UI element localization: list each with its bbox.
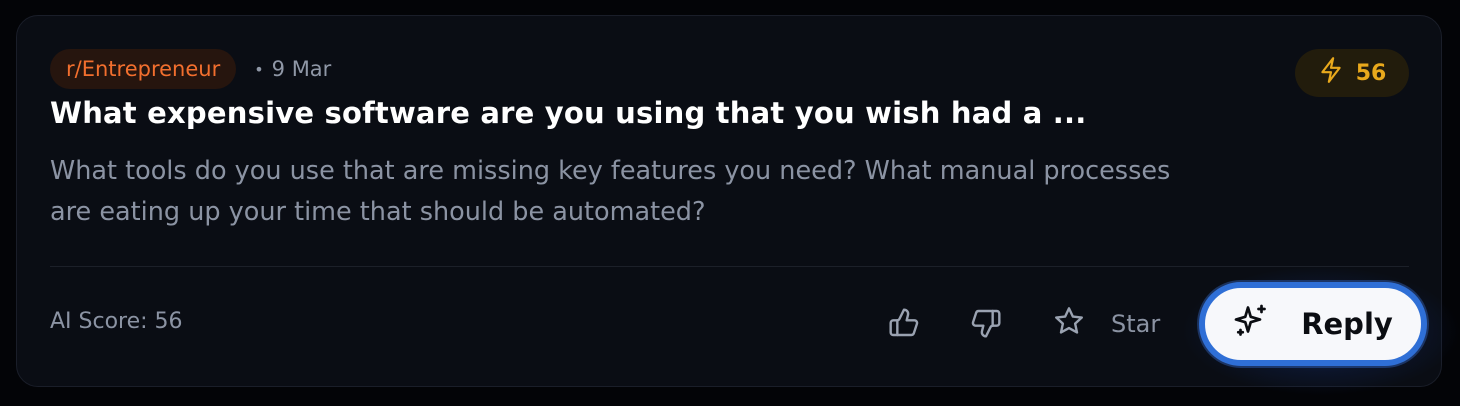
upvote-button[interactable] [885, 306, 923, 344]
post-title[interactable]: What expensive software are you using th… [50, 96, 1086, 130]
star-label: Star [1111, 310, 1161, 338]
score-badge: 56 [1295, 49, 1409, 97]
post-date: 9 Mar [271, 57, 332, 81]
post-body: What tools do you use that are missing k… [50, 156, 1171, 227]
thumbs-down-icon [970, 307, 1002, 343]
date-separator: • [254, 59, 264, 79]
post-date-wrap: • 9 Mar [254, 57, 331, 81]
star-button[interactable]: Star [1053, 302, 1160, 346]
reply-button[interactable]: Reply [1199, 282, 1427, 366]
ai-score-label: AI Score: 56 [50, 309, 183, 334]
downvote-button[interactable] [967, 306, 1005, 344]
score-value: 56 [1355, 60, 1387, 86]
sparkles-icon [1233, 303, 1269, 346]
reply-label: Reply [1301, 307, 1393, 341]
lightning-icon [1318, 56, 1344, 90]
star-icon [1053, 305, 1085, 343]
divider [50, 266, 1409, 267]
post-meta: r/Entrepreneur • 9 Mar [50, 49, 331, 89]
thumbs-up-icon [888, 307, 920, 343]
post-card: r/Entrepreneur • 9 Mar 56 What expensive… [16, 15, 1460, 396]
subreddit-tag[interactable]: r/Entrepreneur [50, 49, 237, 89]
